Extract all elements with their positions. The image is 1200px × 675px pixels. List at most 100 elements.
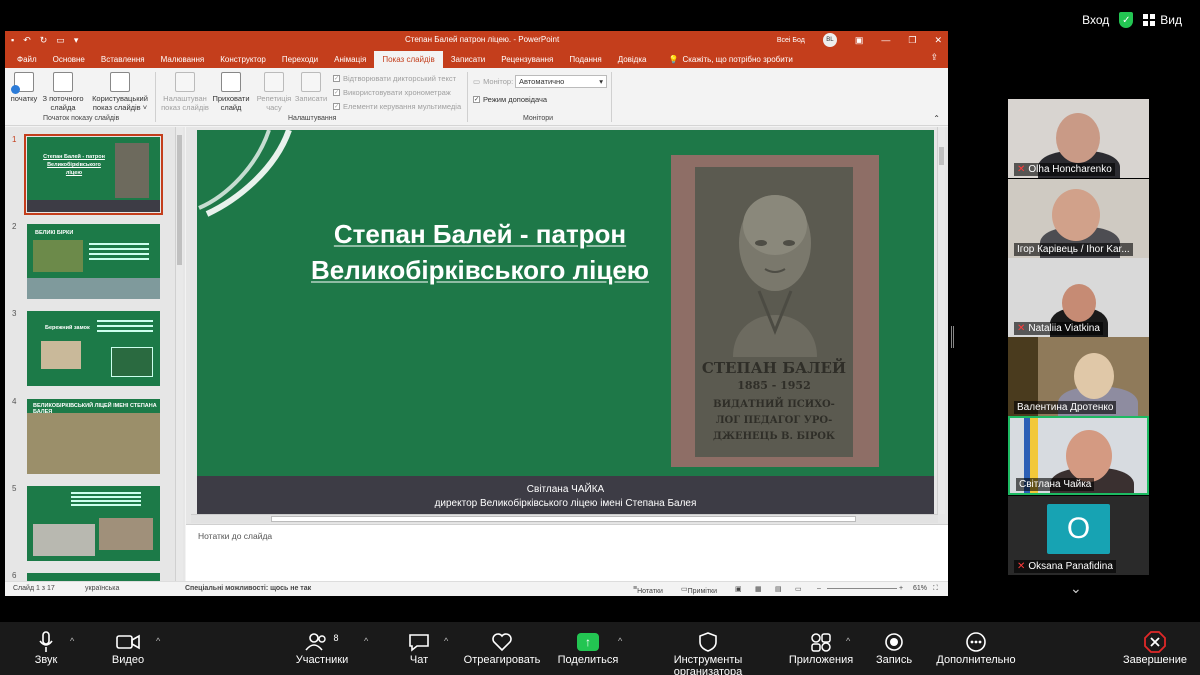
zoom-slider[interactable] (827, 588, 897, 589)
tab-record[interactable]: Записати (443, 51, 494, 68)
zoom-out-icon[interactable]: – (817, 585, 821, 592)
participant-name: ✕ Olha Honcharenko (1014, 163, 1115, 176)
play-narrations-checkbox[interactable]: ✓ Відтворювати дикторський текст (333, 74, 456, 83)
editor-horizontal-scrollbar[interactable] (191, 514, 938, 523)
language-indicator[interactable]: українська (85, 585, 119, 592)
thumbnail-slide-6[interactable] (27, 573, 160, 581)
presenter-view-checkbox[interactable]: ✓ Режим доповідача (473, 95, 547, 104)
tab-home[interactable]: Основне (45, 51, 93, 68)
participant-tile[interactable]: Валентина Дротенко (1008, 337, 1149, 416)
tab-file[interactable]: Файл (9, 51, 45, 68)
close-icon[interactable]: ✕ (934, 35, 942, 46)
minimize-icon[interactable]: — (881, 35, 890, 45)
host-tools-button[interactable]: Инструменты организатора (638, 630, 778, 675)
scrollbar-thumb[interactable] (177, 135, 182, 265)
slide-author-role: директор Великобірківського ліцею імені … (434, 498, 697, 509)
participants-button[interactable]: 8 Участники (292, 630, 352, 666)
video-button[interactable]: Видео (108, 630, 148, 666)
chat-options-caret[interactable]: ^ (444, 636, 448, 646)
tab-review[interactable]: Рецензування (493, 51, 561, 68)
custom-slide-show-button[interactable]: Користувацький показ слайдів ˅ (89, 72, 151, 112)
panel-splitter[interactable] (951, 326, 954, 348)
share-icon[interactable]: ⇪ (930, 52, 938, 63)
ribbon-display-icon[interactable]: ▣ (855, 35, 864, 46)
tab-draw[interactable]: Малювання (153, 51, 213, 68)
participant-tile[interactable]: O ✕ Oksana Panafidina (1008, 496, 1149, 575)
customize-qat-icon[interactable]: ▾ (74, 35, 79, 46)
user-avatar[interactable]: BL (822, 33, 837, 47)
tab-design[interactable]: Конструктор (212, 51, 274, 68)
reading-view-icon[interactable]: ▤ (775, 585, 782, 593)
participant-tile-active-speaker[interactable]: Світлана Чайка (1008, 416, 1149, 495)
slideshow-view-icon[interactable]: ▭ (795, 585, 802, 593)
thumbnails-scrollbar[interactable] (175, 127, 183, 581)
scrollbar-thumb[interactable] (271, 516, 856, 522)
record-icon (301, 72, 321, 92)
thumbnail-slide-4[interactable]: ВЕЛИКОБІРКІВСЬКИЙ ЛІЦЕЙ ІМЕНІ СТЕПАНА БА… (27, 399, 160, 474)
editor-vertical-scrollbar[interactable] (937, 127, 945, 514)
tell-me-box[interactable]: 💡 Скажіть, що потрібно зробити (668, 51, 792, 68)
tab-view[interactable]: Подання (561, 51, 609, 68)
share-options-caret[interactable]: ^ (618, 636, 622, 646)
apps-options-caret[interactable]: ^ (846, 636, 850, 646)
thumbnail-slide-3[interactable]: Бережний замок (27, 311, 160, 386)
setup-show-button[interactable]: Налаштуван показ слайдів (157, 72, 213, 112)
group-label-monitors: Монітори (523, 115, 554, 122)
tab-slide-show[interactable]: Показ слайдів (374, 51, 443, 68)
show-media-controls-checkbox[interactable]: ✓ Елементи керування мультимедіа (333, 102, 461, 111)
audio-options-caret[interactable]: ^ (70, 636, 74, 646)
rehearse-timings-button[interactable]: Репетиція часу (255, 72, 293, 112)
more-button[interactable]: Дополнительно (934, 630, 1018, 666)
tab-animations[interactable]: Анімація (326, 51, 374, 68)
mic-muted-icon: ✕ (1017, 561, 1026, 572)
undo-icon[interactable]: ↶ (23, 35, 31, 46)
thumbnail-slide-1[interactable]: Степан Балей - патрон Великобірківського… (24, 134, 163, 215)
save-icon[interactable]: ▪ (11, 35, 14, 46)
react-button[interactable]: Отреагировать (462, 630, 542, 666)
use-timings-checkbox[interactable]: ✓ Використовувати хронометраж (333, 88, 451, 97)
current-slide[interactable]: Степан Балей - патрон Великобірківського… (197, 130, 934, 514)
participant-tile[interactable]: ✕ Nataliia Viatkina (1008, 258, 1149, 337)
maximize-icon[interactable]: ❐ (908, 35, 916, 46)
collapse-ribbon-icon[interactable]: ⌃ (933, 114, 940, 123)
end-meeting-button[interactable]: Завершение (1120, 630, 1190, 666)
zoom-level[interactable]: 61% (913, 585, 927, 592)
start-show-icon[interactable]: ▭ (56, 35, 65, 46)
monitor-select[interactable]: Автоматично ▾ (515, 75, 607, 88)
tab-transitions[interactable]: Переходи (274, 51, 326, 68)
normal-view-icon[interactable]: ▣ (735, 585, 742, 593)
thumbnail-slide-2[interactable]: ВЕЛИКІ БІРКИ (27, 224, 160, 299)
thumbnail-slide-5[interactable] (27, 486, 160, 561)
chevron-down-icon[interactable]: ⌄ (1070, 580, 1082, 597)
comments-toggle[interactable]: ▭ Примітки (681, 585, 717, 595)
record-slide-show-button[interactable]: Записати (293, 72, 329, 103)
notes-pane[interactable]: Нотатки до слайда (186, 524, 948, 581)
memorial-plaque: СТЕПАН БАЛЕЙ 1885 - 1952 ВИДАТНИЙ ПСИХО-… (695, 167, 853, 457)
share-screen-button[interactable]: ↑ Поделиться (556, 630, 620, 666)
participant-tile[interactable]: ✕ Olha Honcharenko (1008, 99, 1149, 178)
slide-sorter-icon[interactable]: ▦ (755, 585, 762, 593)
participants-options-caret[interactable]: ^ (364, 636, 368, 646)
notes-toggle[interactable]: ≡ Нотатки (633, 585, 663, 595)
security-shield-icon[interactable]: ✓ (1119, 12, 1134, 28)
view-button[interactable]: Вид (1143, 13, 1182, 27)
fit-slide-icon[interactable]: ⛶ (933, 585, 938, 593)
audio-button[interactable]: Звук (28, 630, 64, 666)
video-options-caret[interactable]: ^ (156, 636, 160, 646)
tab-insert[interactable]: Вставлення (93, 51, 153, 68)
accessibility-status[interactable]: Спеціальні можливості: щось не так (185, 585, 311, 592)
scrollbar-thumb[interactable] (939, 147, 944, 165)
user-name[interactable]: Всеі Бод (777, 37, 805, 44)
from-current-slide-button[interactable]: З поточного слайда (39, 72, 87, 112)
hide-slide-button[interactable]: Приховати слайд (211, 72, 251, 112)
from-start-button[interactable]: початку (9, 72, 39, 103)
login-link[interactable]: Вход (1082, 13, 1109, 27)
record-button[interactable]: Запись (874, 630, 914, 666)
chat-button[interactable]: Чат (404, 630, 434, 666)
redo-icon[interactable]: ↻ (40, 35, 48, 46)
participant-tile[interactable]: Ігор Карівець / Ihor Kar... (1008, 179, 1149, 258)
video-camera-icon (108, 630, 148, 654)
tab-help[interactable]: Довідка (610, 51, 655, 68)
zoom-in-icon[interactable]: + (899, 585, 903, 592)
participant-name: Валентина Дротенко (1014, 401, 1117, 414)
